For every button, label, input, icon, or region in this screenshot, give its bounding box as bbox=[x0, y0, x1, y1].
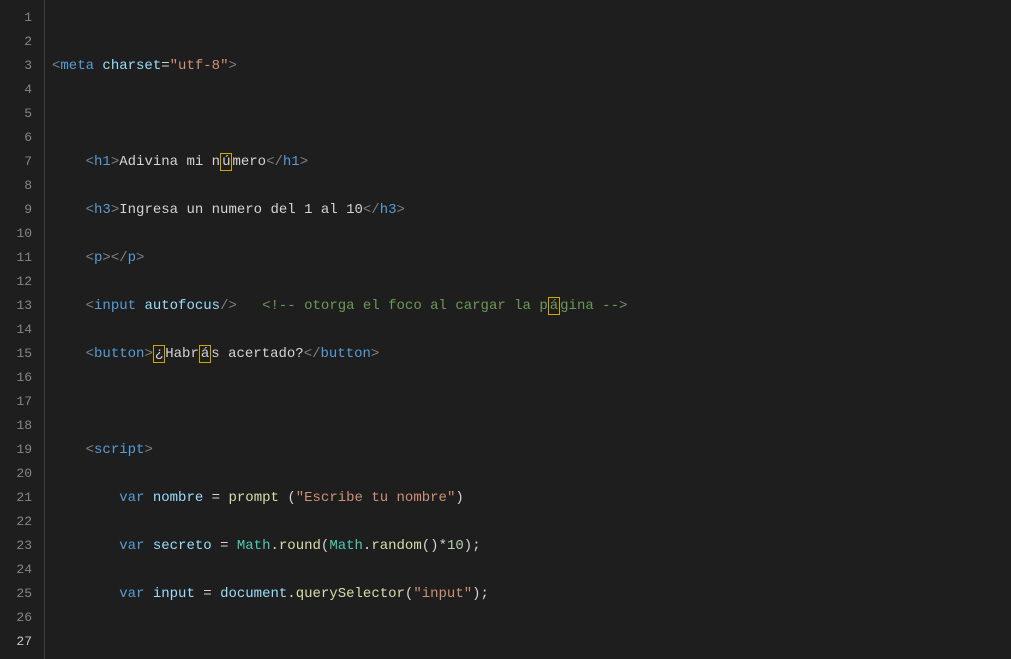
cls-math: Math bbox=[237, 538, 271, 554]
comment: <!-- bbox=[262, 298, 304, 314]
line-number[interactable]: 10 bbox=[0, 222, 44, 246]
line-number[interactable]: 25 bbox=[0, 582, 44, 606]
code-area[interactable]: <meta charset="utf-8"> <h1>Adivina mi nú… bbox=[44, 0, 1011, 659]
warn-char-icon: á bbox=[199, 345, 211, 363]
id-input: input bbox=[153, 586, 195, 602]
fn-queryselector: querySelector bbox=[296, 586, 405, 602]
num-10: 10 bbox=[447, 538, 464, 554]
id-secreto: secreto bbox=[153, 538, 212, 554]
line-number[interactable]: 15 bbox=[0, 342, 44, 366]
line-number[interactable]: 16 bbox=[0, 366, 44, 390]
id-nombre: nombre bbox=[153, 490, 203, 506]
line-number[interactable]: 23 bbox=[0, 534, 44, 558]
line-number[interactable]: 5 bbox=[0, 102, 44, 126]
tag-button: button bbox=[94, 346, 144, 362]
warn-char-icon: á bbox=[548, 297, 560, 315]
line-number[interactable]: 20 bbox=[0, 462, 44, 486]
string: "Escribe tu nombre" bbox=[296, 490, 456, 506]
line-number[interactable]: 18 bbox=[0, 414, 44, 438]
line-number[interactable]: 19 bbox=[0, 438, 44, 462]
line-number[interactable]: 8 bbox=[0, 174, 44, 198]
kw-var: var bbox=[119, 490, 144, 506]
string: "input" bbox=[413, 586, 472, 602]
line-number[interactable]: 4 bbox=[0, 78, 44, 102]
fn-random: random bbox=[371, 538, 421, 554]
attr-autofocus: autofocus bbox=[144, 298, 220, 314]
line-number[interactable]: 11 bbox=[0, 246, 44, 270]
fn-prompt: prompt bbox=[228, 490, 278, 506]
code-editor[interactable]: 1234567891011121314151617181920212223242… bbox=[0, 0, 1011, 659]
tag-input: input bbox=[94, 298, 136, 314]
str-utf8: utf-8 bbox=[178, 58, 220, 74]
line-number[interactable]: 13 bbox=[0, 294, 44, 318]
fn-round: round bbox=[279, 538, 321, 554]
tag-h3: h3 bbox=[94, 202, 111, 218]
line-number[interactable]: 17 bbox=[0, 390, 44, 414]
line-number[interactable]: 6 bbox=[0, 126, 44, 150]
line-number[interactable]: 12 bbox=[0, 270, 44, 294]
text-content: Adivina mi n bbox=[119, 154, 220, 170]
warn-char-icon: ú bbox=[220, 153, 232, 171]
tag-meta: meta bbox=[60, 58, 94, 74]
line-number[interactable]: 7 bbox=[0, 150, 44, 174]
line-number[interactable]: 24 bbox=[0, 558, 44, 582]
text-content: Ingresa un numero del 1 al 10 bbox=[119, 202, 363, 218]
line-number[interactable]: 14 bbox=[0, 318, 44, 342]
line-number[interactable]: 1 bbox=[0, 6, 44, 30]
warn-char-icon: ¿ bbox=[153, 345, 165, 363]
id-document: document bbox=[220, 586, 287, 602]
line-number[interactable]: 21 bbox=[0, 486, 44, 510]
tag-script: script bbox=[94, 442, 144, 458]
line-number[interactable]: 27 bbox=[0, 630, 44, 654]
attr-charset: charset bbox=[102, 58, 161, 74]
line-number[interactable]: 22 bbox=[0, 510, 44, 534]
tag-h1: h1 bbox=[94, 154, 111, 170]
line-number[interactable]: 3 bbox=[0, 54, 44, 78]
line-number[interactable]: 9 bbox=[0, 198, 44, 222]
line-number[interactable]: 26 bbox=[0, 606, 44, 630]
line-gutter[interactable]: 1234567891011121314151617181920212223242… bbox=[0, 0, 44, 659]
line-number[interactable]: 2 bbox=[0, 30, 44, 54]
text-content: s acertado? bbox=[211, 346, 303, 362]
